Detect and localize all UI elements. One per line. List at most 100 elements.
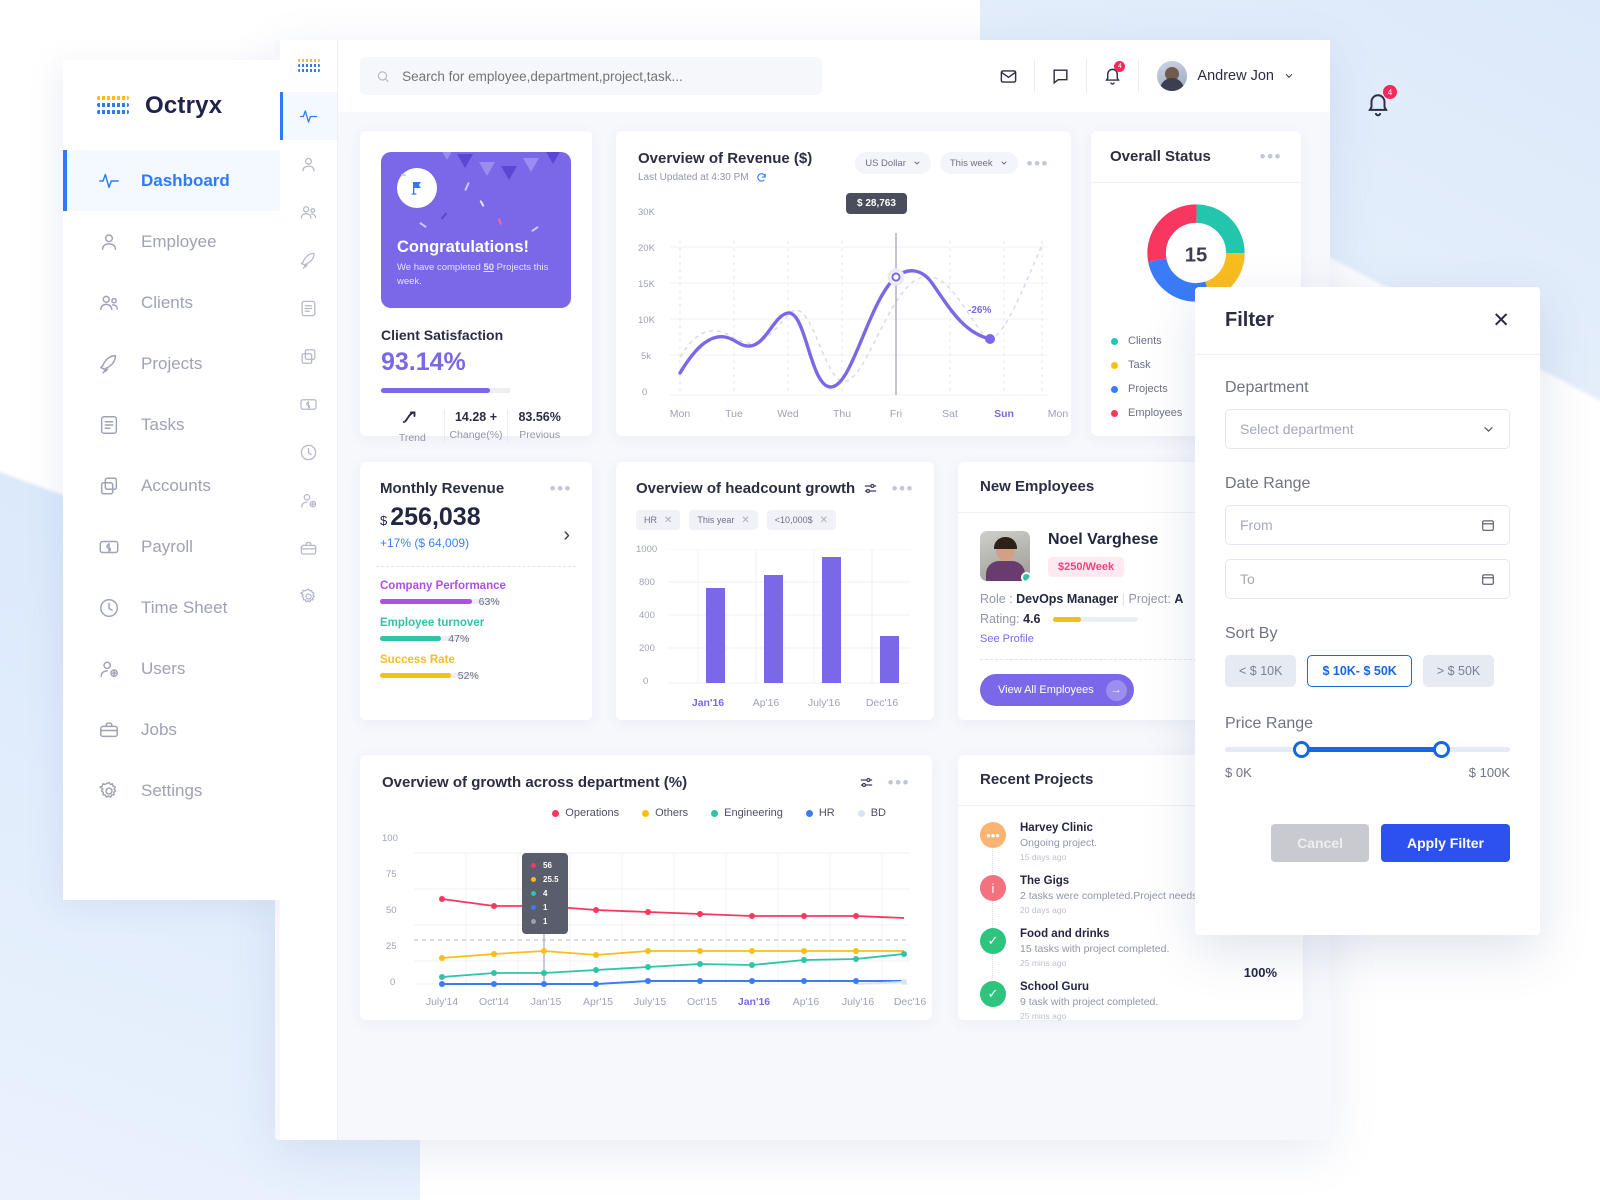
sidebar-item-clients[interactable]: Clients: [63, 272, 280, 333]
close-icon[interactable]: ✕: [741, 515, 749, 526]
overall-status-title: Overall Status: [1110, 148, 1211, 165]
sidebar-item-label: Accounts: [141, 475, 211, 495]
price-range-fill: [1301, 747, 1445, 752]
cancel-button[interactable]: Cancel: [1271, 824, 1369, 862]
close-icon[interactable]: ✕: [1492, 310, 1510, 331]
monthly-revenue-card: Monthly Revenue ••• $256,038 +17% ($ 64,…: [360, 462, 592, 720]
rail-item-employee[interactable]: [280, 140, 337, 188]
rail-item-users[interactable]: [280, 476, 337, 524]
metric-value: 63%: [478, 595, 500, 608]
refresh-icon[interactable]: [756, 172, 767, 183]
recent-project-item[interactable]: ✓ School Guru 9 task with project complete…: [958, 981, 1303, 1021]
client-satisfaction-progress: [381, 388, 511, 393]
revenue-ytick-1: 5k: [641, 351, 652, 362]
chat-icon[interactable]: [1035, 59, 1088, 93]
avatar: [1157, 61, 1188, 91]
rail-item-accounts[interactable]: [280, 332, 337, 380]
congrats-sub-pre: We have completed: [397, 262, 484, 273]
gear-icon: [99, 781, 117, 798]
sidebar-item-employee[interactable]: Employee: [63, 211, 280, 272]
date-from-input[interactable]: From: [1225, 505, 1510, 545]
growth-ytick-3: 75: [386, 869, 397, 880]
overall-status-menu-icon[interactable]: •••: [1260, 148, 1282, 165]
view-all-employees-button[interactable]: View All Employees →: [980, 674, 1134, 706]
growth-xtick: Oct'15: [686, 996, 718, 1008]
growth-menu-icon[interactable]: •••: [888, 774, 910, 791]
growth-xtick: Apr'15: [582, 996, 614, 1008]
price-range-max-knob[interactable]: [1433, 741, 1451, 758]
currency-filter[interactable]: US Dollar: [855, 152, 931, 174]
sliders-icon[interactable]: [863, 481, 878, 496]
revenue-title: Overview of Revenue ($): [638, 150, 813, 167]
date-to-input[interactable]: To: [1225, 559, 1510, 599]
headcount-filter-tag[interactable]: HR ✕: [636, 510, 681, 530]
headcount-filter-tag[interactable]: This year ✕: [689, 510, 758, 530]
revenue-menu-icon[interactable]: •••: [1027, 155, 1049, 172]
revenue-xtick: Thu: [832, 408, 852, 420]
list-icon: [100, 415, 118, 434]
rail-item-payroll[interactable]: [280, 380, 337, 428]
period-filter[interactable]: This week: [939, 152, 1018, 174]
sidebar-item-label: Dashboard: [141, 170, 230, 190]
sidebar-item-projects[interactable]: Projects: [63, 333, 280, 394]
stat-trend-label: Trend: [398, 432, 426, 444]
apply-filter-button[interactable]: Apply Filter: [1380, 824, 1510, 862]
bell-icon[interactable]: 4: [1087, 59, 1140, 93]
project-name: Harvey Clinic: [1020, 822, 1093, 834]
search-input[interactable]: [402, 68, 806, 84]
sidebar-item-users[interactable]: Users: [63, 638, 280, 699]
congrats-sub-count: 50: [483, 262, 495, 273]
headcount-xtick: Jan'16: [691, 697, 725, 709]
briefcase-icon: [300, 541, 317, 555]
revenue-xtick: Tue: [725, 408, 743, 420]
headcount-tags: HR ✕ This year ✕ <10,000$ ✕: [636, 510, 914, 530]
sidebar-item-payroll[interactable]: Payroll: [63, 516, 280, 577]
metric-label: Employee turnover: [380, 617, 485, 629]
rating-value: 4.6: [1023, 612, 1041, 626]
list-icon: [97, 413, 121, 437]
monthly-revenue-menu-icon[interactable]: •••: [550, 480, 572, 497]
department-select[interactable]: Select department: [1225, 409, 1510, 449]
chevron-down-icon: [1000, 161, 1007, 165]
rail-item-projects[interactable]: [280, 236, 337, 284]
congratulations-subtitle: We have completed 50 Projects this week.: [397, 261, 555, 289]
floating-bell-icon[interactable]: 4: [1355, 85, 1401, 125]
price-range-min-knob[interactable]: [1293, 741, 1311, 758]
sidebar-item-accounts[interactable]: Accounts: [63, 455, 280, 516]
headcount-menu-icon[interactable]: •••: [892, 480, 914, 497]
sidebar-item-dashboard[interactable]: Dashboard: [63, 150, 280, 211]
growth-xtick: July'14: [425, 996, 459, 1008]
rail-item-time-sheet[interactable]: [280, 428, 337, 476]
price-range-label: Price Range: [1225, 715, 1314, 732]
chevron-right-icon[interactable]: ›: [563, 524, 570, 547]
sidebar-item-settings[interactable]: Settings: [63, 760, 280, 821]
price-range-slider[interactable]: [1225, 741, 1510, 758]
rail-item-clients[interactable]: [280, 188, 337, 236]
growth-ytick-1: 25: [386, 941, 397, 952]
rail-item-dashboard[interactable]: [280, 92, 337, 140]
user-menu[interactable]: Andrew Jon: [1139, 61, 1294, 91]
rail-item-jobs[interactable]: [280, 524, 337, 572]
monthly-revenue-title: Monthly Revenue: [380, 480, 505, 497]
headcount-filter-tag[interactable]: <10,000$ ✕: [766, 510, 836, 530]
close-icon[interactable]: ✕: [820, 515, 828, 526]
sidebar-item-jobs[interactable]: Jobs: [63, 699, 280, 760]
money-icon: [97, 535, 121, 559]
sidebar-item-time-sheet[interactable]: Time Sheet: [63, 577, 280, 638]
tooltip-value: 1: [543, 917, 548, 926]
tooltip-dot: [531, 919, 536, 924]
sidebar-item-tasks[interactable]: Tasks: [63, 394, 280, 455]
sliders-icon[interactable]: [859, 775, 874, 790]
sort-option[interactable]: > $ 50K: [1422, 655, 1495, 687]
close-icon[interactable]: ✕: [664, 515, 672, 526]
growth-legend-item: Operations: [552, 807, 619, 819]
rail-item-tasks[interactable]: [280, 284, 337, 332]
headcount-ytick-1: 200: [639, 643, 655, 654]
rail-item-settings[interactable]: [280, 572, 337, 620]
user-add-icon: [301, 493, 317, 507]
search-box[interactable]: [360, 57, 822, 95]
sort-option[interactable]: < $ 10K: [1225, 655, 1297, 687]
mail-icon[interactable]: [983, 59, 1036, 93]
growth-tooltip-row: 56: [531, 861, 559, 870]
sort-option[interactable]: $ 10K- $ 50K: [1307, 655, 1412, 687]
